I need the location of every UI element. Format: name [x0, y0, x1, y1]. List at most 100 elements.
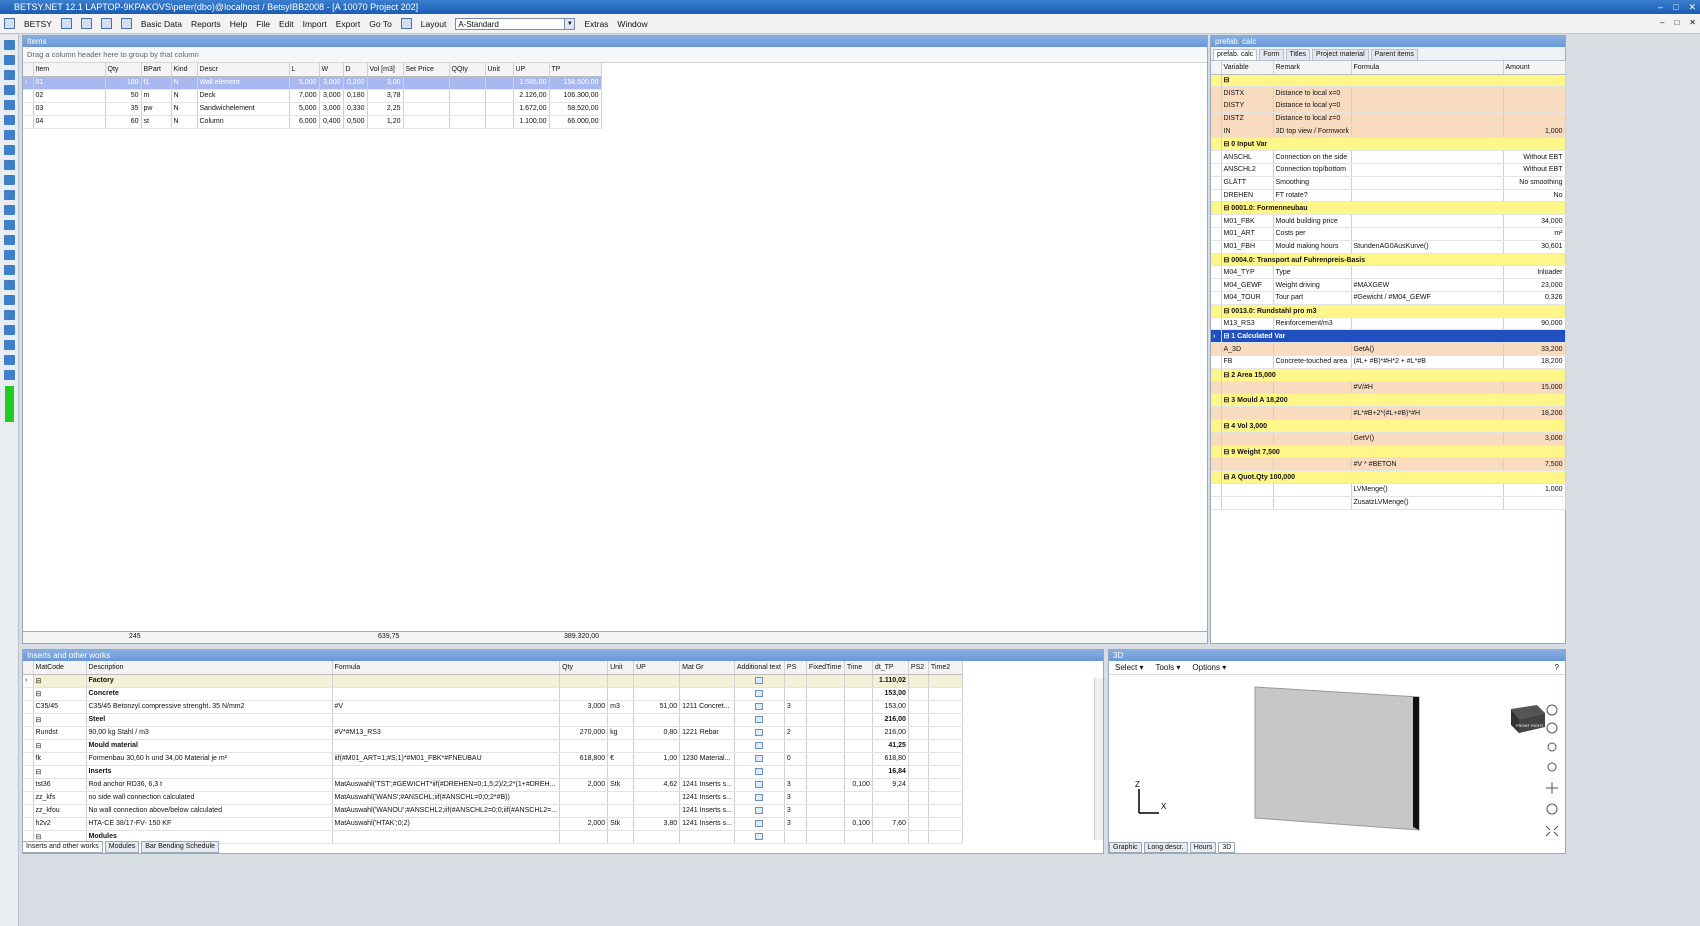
table-cell[interactable]: 0,100	[844, 817, 873, 831]
table-cell[interactable]	[449, 76, 486, 90]
variable-row[interactable]: M04_TYP Type Inloader	[1211, 265, 1566, 280]
group-row[interactable]: ⊟	[1211, 74, 1566, 88]
table-cell[interactable]	[679, 713, 735, 727]
table-cell[interactable]: no side wall connection calculated	[86, 791, 333, 805]
table-cell[interactable]: ⊟	[33, 739, 87, 753]
menu-extras[interactable]: Extras	[584, 19, 608, 29]
tool-icon[interactable]	[4, 295, 15, 305]
formula-cell[interactable]	[1351, 176, 1504, 190]
formula-cell[interactable]	[1351, 317, 1504, 331]
tab-bar-bending-schedule[interactable]: Bar Bending Schedule	[141, 841, 219, 853]
tool-icon[interactable]	[4, 235, 15, 245]
amount-cell[interactable]: m²	[1503, 227, 1566, 241]
table-cell[interactable]: Stk	[607, 817, 635, 831]
column-header[interactable]: Kind	[171, 63, 198, 77]
table-cell[interactable]	[734, 765, 785, 779]
table-cell[interactable]: 04	[33, 115, 106, 129]
sync-icon[interactable]	[100, 18, 112, 29]
menu-app[interactable]: BETSY	[24, 19, 52, 29]
table-cell[interactable]	[633, 687, 681, 701]
table-cell[interactable]	[908, 726, 929, 740]
tab-project-material[interactable]: Project material	[1312, 49, 1369, 60]
tool-icon[interactable]	[4, 280, 15, 290]
menu-window[interactable]: Window	[617, 19, 647, 29]
table-cell[interactable]: 1,00	[633, 752, 681, 766]
variable-cell[interactable]: DREHEN	[1221, 189, 1274, 203]
table-cell[interactable]: 3	[784, 791, 807, 805]
amount-cell[interactable]: Without EBT	[1503, 150, 1566, 165]
table-cell[interactable]	[908, 739, 929, 753]
table-cell[interactable]	[844, 739, 873, 753]
table-cell[interactable]	[844, 687, 873, 701]
table-cell[interactable]: No wall connection above/below calculate…	[86, 804, 333, 818]
column-header[interactable]: Time	[844, 661, 873, 675]
formula-cell[interactable]: #V/#H	[1351, 381, 1504, 395]
variable-cell[interactable]	[1221, 483, 1274, 497]
table-cell[interactable]: h2v2	[33, 817, 87, 831]
amount-cell[interactable]: 18,200	[1503, 355, 1566, 369]
table-cell[interactable]	[928, 752, 963, 766]
view-3d-canvas[interactable]: Z X FRONT RIGHT	[1109, 675, 1565, 839]
table-cell[interactable]: MatAuswahl('WANOU';#ANSCHL2;iif(#ANSCHL2…	[332, 804, 561, 818]
table-cell[interactable]	[806, 765, 845, 779]
formula-cell[interactable]: (#L+ #B)*#H*2 + #L*#B	[1351, 355, 1504, 369]
mdi-minimize-icon[interactable]: –	[1660, 18, 1664, 27]
table-cell[interactable]	[928, 791, 963, 805]
variable-cell[interactable]: DISTX	[1221, 86, 1274, 101]
table-cell[interactable]: zz_kfs	[33, 791, 87, 805]
table-cell[interactable]	[559, 674, 609, 688]
table-cell[interactable]	[806, 804, 845, 818]
formula-cell[interactable]: #Gewicht / #M04_GEWF	[1351, 291, 1504, 305]
remark-cell[interactable]: 3D top view / Formwork = 1	[1273, 125, 1352, 139]
additional-text-icon[interactable]	[755, 780, 764, 788]
table-cell[interactable]: 1241 Inserts s...	[679, 778, 735, 792]
table-cell[interactable]	[734, 752, 785, 766]
formula-cell[interactable]: ZusatzLVMenge()	[1351, 496, 1504, 510]
formula-cell[interactable]: GetV()	[1351, 432, 1504, 446]
tool-icon[interactable]	[4, 55, 15, 65]
table-cell[interactable]: C35/45	[33, 700, 87, 714]
variable-cell[interactable]: ANSCHL2	[1221, 163, 1274, 177]
table-cell[interactable]: 2,000	[559, 817, 609, 831]
table-cell[interactable]	[734, 713, 785, 727]
variable-cell[interactable]: ⊟	[1221, 74, 1566, 88]
table-cell[interactable]	[679, 739, 735, 753]
group-row[interactable]: ⊟ Inserts 16,84	[23, 765, 963, 779]
home-icon[interactable]	[1546, 704, 1558, 716]
additional-text-icon[interactable]	[755, 819, 764, 827]
table-cell[interactable]	[679, 674, 735, 688]
variable-cell[interactable]	[1221, 406, 1274, 421]
column-header[interactable]: PS2	[908, 661, 929, 675]
formula-cell[interactable]: StundenAG0AusKurve()	[1351, 240, 1504, 254]
menu-basic-data[interactable]: Basic Data	[141, 19, 182, 29]
formula-cell[interactable]	[1351, 163, 1504, 177]
column-header[interactable]: Unit	[485, 63, 514, 77]
table-cell[interactable]	[449, 89, 486, 103]
table-cell[interactable]	[633, 791, 681, 805]
table-cell[interactable]: 6,000	[289, 115, 320, 129]
tab-inserts-and-other-works[interactable]: Inserts and other works	[22, 841, 103, 853]
remark-cell[interactable]: FT rotate?	[1273, 189, 1352, 203]
help-icon[interactable]: ?	[1555, 663, 1559, 672]
variable-cell[interactable]: M01_FBK	[1221, 214, 1274, 229]
variable-row[interactable]: A_3D GetA() 33,200	[1211, 342, 1566, 357]
table-row[interactable]: h2v2 HTA-CE 38/17-FV- 150 KF MatAuswahl('H…	[23, 817, 963, 831]
table-cell[interactable]: 1241 Inserts s...	[679, 791, 735, 805]
tool-icon[interactable]	[4, 85, 15, 95]
table-cell[interactable]	[908, 804, 929, 818]
additional-text-icon[interactable]	[755, 741, 764, 749]
additional-text-icon[interactable]	[755, 676, 764, 684]
group-row[interactable]: ⊟ 4 Vol 3,000	[1211, 419, 1566, 433]
print-icon[interactable]	[400, 18, 412, 29]
menu-edit[interactable]: Edit	[279, 19, 294, 29]
table-cell[interactable]: Steel	[86, 713, 333, 727]
table-cell[interactable]	[928, 804, 963, 818]
tab-form[interactable]: Form	[1259, 49, 1284, 60]
table-cell[interactable]: N	[171, 115, 198, 129]
variable-cell[interactable]: ⊟ A Quot.Qty 100,000	[1221, 470, 1566, 484]
table-cell[interactable]: 270,000	[559, 726, 609, 740]
group-row[interactable]: ⊟ 0 Input Var	[1211, 137, 1566, 152]
additional-text-icon[interactable]	[755, 806, 764, 814]
formula-cell[interactable]: GetA()	[1351, 342, 1504, 357]
table-cell[interactable]	[908, 791, 929, 805]
